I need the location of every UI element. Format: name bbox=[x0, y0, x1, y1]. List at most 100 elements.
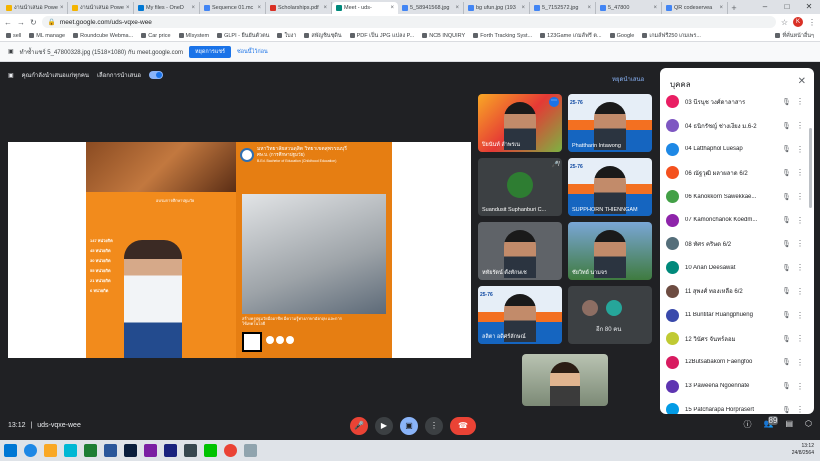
bookmark-item[interactable]: PDF เป็น JPG แปลง P... bbox=[349, 32, 414, 40]
more-options-icon[interactable]: ⋮ bbox=[796, 263, 804, 272]
participant-tile[interactable]: ชัยวิทย์ นามจร bbox=[568, 222, 652, 280]
browser-tab[interactable]: งานนำเสนอ Powe × bbox=[68, 2, 134, 14]
browser-tab[interactable]: Scholarships.pdf × bbox=[266, 2, 332, 14]
activities-icon[interactable]: ⬡ bbox=[805, 419, 812, 430]
participant-tile[interactable]: หทัยรัตน์ ตั้งทักษเช bbox=[478, 222, 562, 280]
url-input[interactable]: 🔒 meet.google.com/uds-vqxe-wee bbox=[41, 16, 776, 28]
more-options-icon[interactable]: ⋮ bbox=[796, 358, 804, 367]
tab-close-icon[interactable]: × bbox=[257, 5, 261, 11]
more-options-icon[interactable]: ⋮ bbox=[796, 216, 804, 225]
tab-close-icon[interactable]: × bbox=[587, 5, 591, 11]
camera-button[interactable]: ▶ bbox=[375, 417, 393, 435]
browser-tab[interactable]: bg ufun.jpg (193 × bbox=[464, 2, 530, 14]
bookmark-item[interactable]: Forth Tracking Syst... bbox=[473, 33, 532, 39]
people-scrollbar[interactable] bbox=[809, 128, 812, 208]
others-tile[interactable]: อีก 80 คน bbox=[568, 286, 652, 344]
tab-close-icon[interactable]: × bbox=[191, 5, 195, 11]
more-options-icon[interactable]: ⋮ bbox=[796, 145, 804, 154]
photoshop-icon[interactable] bbox=[124, 444, 137, 457]
browser-tab[interactable]: QR codeservea × bbox=[662, 2, 728, 14]
participant-row[interactable]: 10 Anan Deesawat 🎙 ⋮ bbox=[660, 256, 808, 280]
bookmark-item[interactable]: GLPI - ยืนยันตัวตน bbox=[217, 32, 269, 40]
store-icon[interactable] bbox=[64, 444, 77, 457]
bookmark-item[interactable]: sell bbox=[6, 33, 21, 39]
participant-row[interactable]: 07 Kamonchanok Koedm... 🎙 ⋮ bbox=[660, 208, 808, 232]
more-options-icon[interactable]: ⋮ bbox=[796, 287, 804, 296]
more-options-icon[interactable]: ⋮ bbox=[796, 192, 804, 201]
more-options-icon[interactable]: ⋮ bbox=[796, 311, 804, 320]
more-options-button[interactable]: ⋮ bbox=[425, 417, 443, 435]
menu-icon[interactable]: ⋮ bbox=[808, 18, 816, 27]
browser-tab[interactable]: งานนำเสนอ Powe × bbox=[2, 2, 68, 14]
bookmark-item[interactable]: 123Game เกมส์ฟรี ต... bbox=[540, 32, 602, 40]
minimize-icon[interactable]: – bbox=[754, 0, 776, 14]
browser-tab[interactable]: My files - OneD × bbox=[134, 2, 200, 14]
close-icon[interactable]: ✕ bbox=[798, 76, 806, 87]
bookmark-item[interactable]: ใบงา bbox=[277, 32, 296, 40]
more-options-icon[interactable]: ⋮ bbox=[796, 334, 804, 343]
bookmark-item[interactable]: Google bbox=[609, 33, 634, 39]
participant-row[interactable]: 04 Latthaphol Luesap 🎙 ⋮ bbox=[660, 137, 808, 161]
bookmark-item[interactable]: สพัญชินชุดิน bbox=[304, 32, 342, 40]
close-window-icon[interactable]: ✕ bbox=[798, 0, 820, 14]
bookmark-item[interactable]: NCB INQUIRY bbox=[422, 33, 465, 39]
participant-tile[interactable]: 🎤̸ Suandusit Suphanburi C... bbox=[478, 158, 562, 216]
participant-row[interactable]: 12Butsabakorn Faengfoo 🎙 ⋮ bbox=[660, 351, 808, 375]
participant-row[interactable]: 13 Paweena Ngoennate 🎙 ⋮ bbox=[660, 374, 808, 398]
app-icon[interactable] bbox=[164, 444, 177, 457]
browser-tab[interactable]: 5_58941568.jpg × bbox=[398, 2, 464, 14]
tab-close-icon[interactable]: × bbox=[60, 5, 64, 11]
participant-row[interactable]: 15 Patcharapa Horprasert 🎙 ⋮ bbox=[660, 398, 808, 414]
participant-tile[interactable]: 25-76 ลลิตา อดิศร์ลักษณ์ bbox=[478, 286, 562, 344]
premiere-icon[interactable] bbox=[144, 444, 157, 457]
more-options-icon[interactable]: ⋮ bbox=[796, 382, 804, 391]
participant-row[interactable]: 06 Kanokkorn Sawekkae... 🎙 ⋮ bbox=[660, 185, 808, 209]
present-button[interactable]: ▣ bbox=[400, 417, 418, 435]
stop-sharing-button[interactable]: หยุดการแชร์ bbox=[188, 45, 232, 58]
back-icon[interactable]: ← bbox=[4, 18, 12, 27]
info-icon[interactable]: ⓘ bbox=[743, 419, 751, 430]
reload-icon[interactable]: ↻ bbox=[30, 18, 37, 27]
tab-close-icon[interactable]: × bbox=[126, 5, 130, 11]
forward-icon[interactable]: → bbox=[17, 18, 25, 27]
stop-presenting-button[interactable]: หยุดนำเสนอ bbox=[612, 74, 644, 84]
excel-icon[interactable] bbox=[84, 444, 97, 457]
participant-tile[interactable]: 25-76 Phattharin Intawong bbox=[568, 94, 652, 152]
more-options-icon[interactable]: ⋮ bbox=[796, 97, 804, 106]
participant-row[interactable]: 08 ทัศร คริษด 6/2 🎙 ⋮ bbox=[660, 232, 808, 256]
app-icon[interactable] bbox=[184, 444, 197, 457]
maximize-icon[interactable]: □ bbox=[776, 0, 798, 14]
bookmark-item[interactable]: ML manage bbox=[29, 33, 65, 39]
participant-row[interactable]: 06 ณัฐวุฒิ ผลาผลาด 6/2 🎙 ⋮ bbox=[660, 161, 808, 185]
tab-close-icon[interactable]: × bbox=[521, 5, 525, 11]
participant-row[interactable]: 11 Buntitar Ruangphueng 🎙 ⋮ bbox=[660, 303, 808, 327]
present-toggle[interactable] bbox=[149, 71, 164, 79]
leave-call-button[interactable]: ☎ bbox=[450, 417, 476, 435]
bookmark-item[interactable]: ที่คั่นหน้าอื่นๆ bbox=[775, 32, 814, 40]
more-options-icon[interactable]: ⋮ bbox=[796, 405, 804, 414]
participant-row[interactable]: 11 สุพงศ์ ทองเหลือ 6/2 🎙 ⋮ bbox=[660, 280, 808, 304]
more-options-icon[interactable]: ⋮ bbox=[796, 239, 804, 248]
browser-tab[interactable]: 5_7152572.jpg × bbox=[530, 2, 596, 14]
tab-close-icon[interactable]: × bbox=[455, 5, 459, 11]
chat-icon[interactable]: ▤ bbox=[785, 419, 793, 430]
self-view-tile[interactable] bbox=[522, 354, 608, 406]
hide-infobar-button[interactable]: ซ่อนนี้ไว้ก่อน bbox=[237, 48, 268, 56]
tab-close-icon[interactable]: × bbox=[653, 5, 657, 11]
more-options-icon[interactable]: ⋮ bbox=[796, 168, 804, 177]
participant-row[interactable]: 04 ธนิกรัชญ์ ช่างเงียง ม.6-2 🎙 ⋮ bbox=[660, 114, 808, 138]
mic-off-button[interactable]: 🎤 bbox=[350, 417, 368, 435]
bookmark-item[interactable]: MIsystem bbox=[178, 33, 209, 39]
bookmark-item[interactable]: เกมส์ฟรี250 เกมเพร... bbox=[642, 32, 701, 40]
new-tab-button[interactable]: + bbox=[728, 2, 740, 14]
app-icon[interactable] bbox=[244, 444, 257, 457]
people-icon[interactable]: 👥89 bbox=[763, 416, 779, 430]
star-icon[interactable]: ☆ bbox=[781, 18, 788, 27]
participant-row[interactable]: 03 นีรนุช วงศ์ดาลาสาร 🎙 ⋮ bbox=[660, 90, 808, 114]
browser-tab[interactable]: Sequence 01.mc × bbox=[200, 2, 266, 14]
participant-tile[interactable]: ⋯ ปิยนันท์ ลำพรเน bbox=[478, 94, 562, 152]
profile-avatar[interactable]: K bbox=[793, 17, 803, 27]
more-options-icon[interactable]: ⋮ bbox=[796, 121, 804, 130]
tab-close-icon[interactable]: × bbox=[323, 5, 327, 11]
ie-icon[interactable] bbox=[24, 444, 37, 457]
